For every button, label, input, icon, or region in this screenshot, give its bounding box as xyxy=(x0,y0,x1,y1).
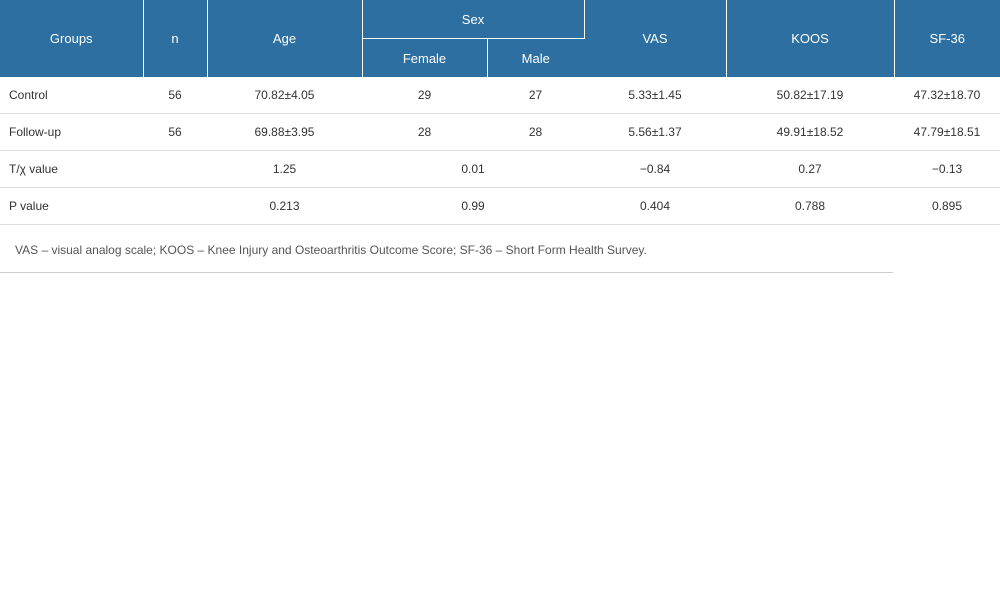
header-vas: VAS xyxy=(584,0,727,77)
cell-female: 28 xyxy=(362,113,487,151)
table-container: Groups n Age Sex VAS KOOS SF-36 Female M… xyxy=(0,0,1000,600)
header-koos: KOOS xyxy=(726,0,895,77)
cell-age: 69.88±3.95 xyxy=(207,113,362,151)
header-age: Age xyxy=(207,0,363,77)
row-label: Control xyxy=(0,77,143,114)
header-sf36: SF-36 xyxy=(894,0,1000,77)
cell-sf36: 47.32±18.70 xyxy=(894,77,1000,114)
cell-female: 29 xyxy=(362,77,487,114)
cell-vas: 5.33±1.45 xyxy=(584,77,726,114)
table-row: P value 0.213 0.99 0.404 0.788 0.895 xyxy=(0,187,1000,225)
row-label: P value xyxy=(0,187,143,225)
table-body: Control 56 70.82±4.05 29 27 5.33±1.45 50… xyxy=(0,77,1000,225)
table-footnote: VAS – visual analog scale; KOOS – Knee I… xyxy=(0,224,893,273)
cell-age: 70.82±4.05 xyxy=(207,77,362,114)
cell-sex: 0.01 xyxy=(362,150,584,188)
cell-vas: 5.56±1.37 xyxy=(584,113,726,151)
cell-n: 56 xyxy=(143,77,207,114)
cell-koos: 0.27 xyxy=(726,150,894,188)
header-male: Male xyxy=(487,38,584,77)
cell-age: 1.25 xyxy=(207,150,362,188)
cell-koos: 50.82±17.19 xyxy=(726,77,894,114)
table-header: Groups n Age Sex VAS KOOS SF-36 Female M… xyxy=(0,0,1000,77)
cell-vas: −0.84 xyxy=(584,150,726,188)
table-row: Control 56 70.82±4.05 29 27 5.33±1.45 50… xyxy=(0,77,1000,114)
table-row: T/χ value 1.25 0.01 −0.84 0.27 −0.13 xyxy=(0,150,1000,188)
cell-vas: 0.404 xyxy=(584,187,726,225)
table-row: Follow-up 56 69.88±3.95 28 28 5.56±1.37 … xyxy=(0,113,1000,151)
cell-sf36: 47.79±18.51 xyxy=(894,113,1000,151)
cell-age: 0.213 xyxy=(207,187,362,225)
cell-sex: 0.99 xyxy=(362,187,584,225)
cell-sf36: −0.13 xyxy=(894,150,1000,188)
header-female: Female xyxy=(362,38,488,77)
data-table: Groups n Age Sex VAS KOOS SF-36 Female M… xyxy=(0,0,1000,225)
cell-male: 28 xyxy=(487,113,584,151)
cell-sf36: 0.895 xyxy=(894,187,1000,225)
header-sex: Sex xyxy=(362,0,585,39)
cell-n xyxy=(143,150,207,188)
row-label: Follow-up xyxy=(0,113,143,151)
cell-n xyxy=(143,187,207,225)
cell-n: 56 xyxy=(143,113,207,151)
cell-koos: 0.788 xyxy=(726,187,894,225)
cell-male: 27 xyxy=(487,77,584,114)
row-label: T/χ value xyxy=(0,150,143,188)
header-n: n xyxy=(143,0,208,77)
header-groups: Groups xyxy=(0,0,144,77)
cell-koos: 49.91±18.52 xyxy=(726,113,894,151)
